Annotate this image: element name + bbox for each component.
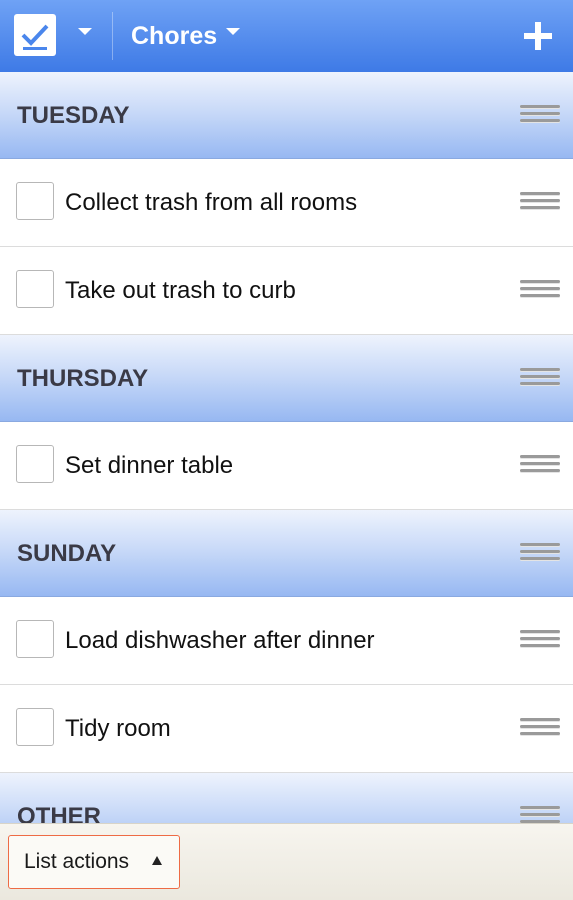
task-label[interactable]: Tidy room	[65, 685, 171, 772]
drag-handle-icon[interactable]	[520, 541, 560, 565]
section-title: TUESDAY	[17, 102, 130, 129]
list-selector-title[interactable]: Chores	[131, 20, 217, 52]
task-row[interactable]: Load dishwasher after dinner	[0, 597, 573, 685]
list-selector-chevron-down-icon[interactable]	[226, 28, 240, 35]
task-label[interactable]: Set dinner table	[65, 422, 233, 509]
task-checkbox[interactable]	[16, 270, 54, 308]
drag-handle-icon[interactable]	[520, 103, 560, 127]
task-label[interactable]: Load dishwasher after dinner	[65, 597, 375, 684]
task-label[interactable]: Take out trash to curb	[65, 247, 296, 334]
section-title: SUNDAY	[17, 540, 117, 567]
section-title: THURSDAY	[17, 365, 149, 392]
task-checkbox[interactable]	[16, 620, 54, 658]
drag-handle-icon[interactable]	[520, 453, 560, 477]
list-actions-label: List actions	[24, 850, 130, 873]
task-row[interactable]: Take out trash to curb	[0, 247, 573, 335]
section-header-tuesday[interactable]: TUESDAY	[0, 72, 573, 159]
task-checkbox[interactable]	[16, 708, 54, 746]
action-bar: Chores	[0, 0, 573, 72]
drag-handle-icon[interactable]	[520, 366, 560, 390]
drag-handle-icon[interactable]	[520, 716, 560, 740]
drag-handle-icon[interactable]	[520, 190, 560, 214]
task-checkbox[interactable]	[16, 445, 54, 483]
task-label[interactable]: Collect trash from all rooms	[65, 159, 357, 246]
task-row[interactable]: Collect trash from all rooms	[0, 159, 573, 247]
drag-handle-icon[interactable]	[520, 628, 560, 652]
task-row[interactable]: Tidy room	[0, 685, 573, 773]
add-task-button[interactable]	[518, 16, 558, 56]
list-actions-button[interactable]: List actions	[8, 835, 180, 889]
task-checkbox[interactable]	[16, 182, 54, 220]
app-menu-chevron-down-icon[interactable]	[78, 28, 92, 35]
app-checkmark-icon[interactable]	[14, 14, 56, 56]
bottom-action-bar: List actions	[0, 823, 573, 900]
drag-handle-icon[interactable]	[520, 278, 560, 302]
section-header-thursday[interactable]: THURSDAY	[0, 335, 573, 422]
toolbar-divider	[112, 12, 113, 60]
task-row[interactable]: Set dinner table	[0, 422, 573, 510]
section-header-sunday[interactable]: SUNDAY	[0, 510, 573, 597]
caret-up-icon	[152, 856, 162, 865]
task-list: TUESDAY Collect trash from all rooms Tak…	[0, 72, 573, 860]
